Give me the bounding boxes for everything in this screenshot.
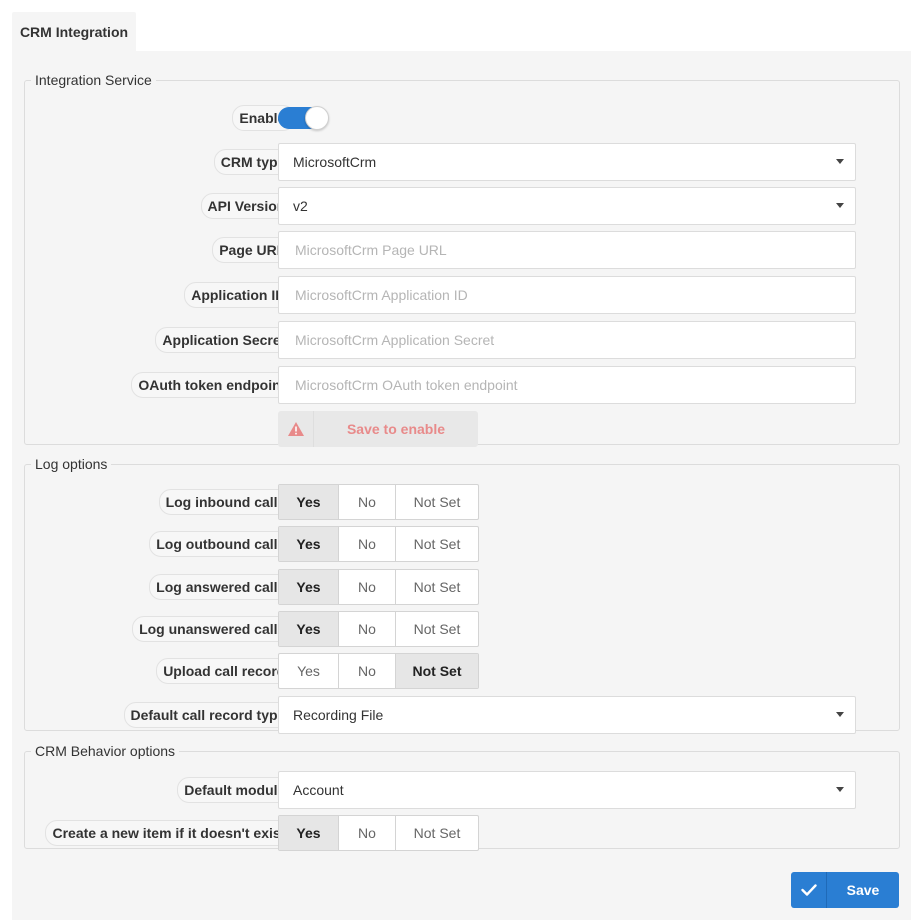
crm-type-select[interactable]: MicrosoftCrm bbox=[278, 143, 856, 181]
application-secret-field[interactable] bbox=[278, 321, 856, 359]
page-url-input[interactable] bbox=[293, 241, 855, 259]
log-option-no[interactable]: No bbox=[339, 612, 396, 646]
log-option-yes[interactable]: Yes bbox=[279, 612, 339, 646]
default-record-type-value: Recording File bbox=[293, 707, 384, 723]
log-option-no[interactable]: No bbox=[339, 570, 396, 604]
api-version-value: v2 bbox=[293, 198, 308, 214]
log-option-no[interactable]: No bbox=[339, 485, 396, 519]
log-option-segmented: Yes No Not Set bbox=[278, 653, 479, 689]
caret-down-icon bbox=[836, 203, 844, 208]
log-option-segmented: Yes No Not Set bbox=[278, 526, 479, 562]
page-url-field[interactable] bbox=[278, 231, 856, 269]
save-label: Save bbox=[846, 882, 880, 898]
crm-behavior-group: CRM Behavior options Default module: Acc… bbox=[24, 743, 900, 851]
application-secret-input[interactable] bbox=[293, 331, 855, 349]
checkmark-icon bbox=[791, 872, 827, 908]
log-option-yes[interactable]: Yes bbox=[279, 527, 339, 561]
log-option-not-set[interactable]: Not Set bbox=[396, 612, 478, 646]
log-option-no[interactable]: No bbox=[339, 654, 396, 688]
integration-service-legend: Integration Service bbox=[35, 72, 152, 88]
default-module-select[interactable]: Account bbox=[278, 771, 856, 809]
toggle-knob bbox=[305, 106, 329, 130]
default-record-type-select[interactable]: Recording File bbox=[278, 696, 856, 734]
log-option-not-set[interactable]: Not Set bbox=[396, 570, 478, 604]
default-module-value: Account bbox=[293, 782, 344, 798]
create-new-yes-option[interactable]: Yes bbox=[279, 816, 339, 850]
log-option-segmented: Yes No Not Set bbox=[278, 569, 479, 605]
crm-type-value: MicrosoftCrm bbox=[293, 154, 377, 170]
log-options-group: Log options Log inbound calls: Yes No Not S… bbox=[24, 456, 900, 734]
application-id-input[interactable] bbox=[293, 286, 855, 304]
log-option-label: Log outbound calls: bbox=[149, 531, 295, 557]
tab-label: CRM Integration bbox=[19, 23, 129, 40]
log-option-yes[interactable]: Yes bbox=[279, 654, 339, 688]
save-to-enable-label: Save to enable bbox=[346, 421, 446, 437]
enable-toggle[interactable] bbox=[278, 106, 329, 130]
api-version-select[interactable]: v2 bbox=[278, 187, 856, 225]
oauth-endpoint-field[interactable] bbox=[278, 366, 856, 404]
caret-down-icon bbox=[836, 787, 844, 792]
log-option-label: Log inbound calls: bbox=[158, 489, 295, 515]
create-new-not-set-option[interactable]: Not Set bbox=[396, 816, 478, 850]
oauth-endpoint-input[interactable] bbox=[293, 376, 855, 394]
crm-integration-panel: Integration Service Enable: CRM type: Mi… bbox=[12, 51, 911, 920]
log-option-segmented: Yes No Not Set bbox=[278, 611, 479, 647]
create-new-item-label: Create a new item if it doesn't exist: bbox=[45, 820, 295, 846]
caret-down-icon bbox=[836, 159, 844, 164]
log-options-legend: Log options bbox=[35, 456, 108, 472]
log-option-yes[interactable]: Yes bbox=[279, 485, 339, 519]
save-button[interactable]: Save bbox=[791, 872, 899, 908]
log-option-label: Upload call record: bbox=[156, 658, 295, 684]
log-option-label: Log unanswered calls: bbox=[132, 616, 295, 642]
create-new-no-option[interactable]: No bbox=[339, 816, 396, 850]
log-option-not-set[interactable]: Not Set bbox=[396, 527, 478, 561]
log-option-yes[interactable]: Yes bbox=[279, 570, 339, 604]
integration-service-group: Integration Service Enable: CRM type: Mi… bbox=[24, 72, 900, 447]
application-id-field[interactable] bbox=[278, 276, 856, 314]
caret-down-icon bbox=[836, 712, 844, 717]
tab-crm-integration[interactable]: CRM Integration bbox=[12, 12, 136, 51]
create-new-item-segmented: Yes No Not Set bbox=[278, 815, 479, 851]
save-to-enable-button: Save to enable bbox=[278, 411, 478, 447]
log-option-not-set[interactable]: Not Set bbox=[396, 654, 478, 688]
log-option-segmented: Yes No Not Set bbox=[278, 484, 479, 520]
warning-icon bbox=[278, 411, 314, 447]
crm-behavior-legend: CRM Behavior options bbox=[35, 743, 176, 759]
oauth-endpoint-label: OAuth token endpoint: bbox=[131, 372, 295, 398]
application-secret-label: Application Secret: bbox=[155, 327, 295, 353]
default-record-type-label: Default call record type: bbox=[123, 702, 295, 728]
log-option-not-set[interactable]: Not Set bbox=[396, 485, 478, 519]
log-option-label: Log answered calls: bbox=[149, 574, 295, 600]
log-option-no[interactable]: No bbox=[339, 527, 396, 561]
